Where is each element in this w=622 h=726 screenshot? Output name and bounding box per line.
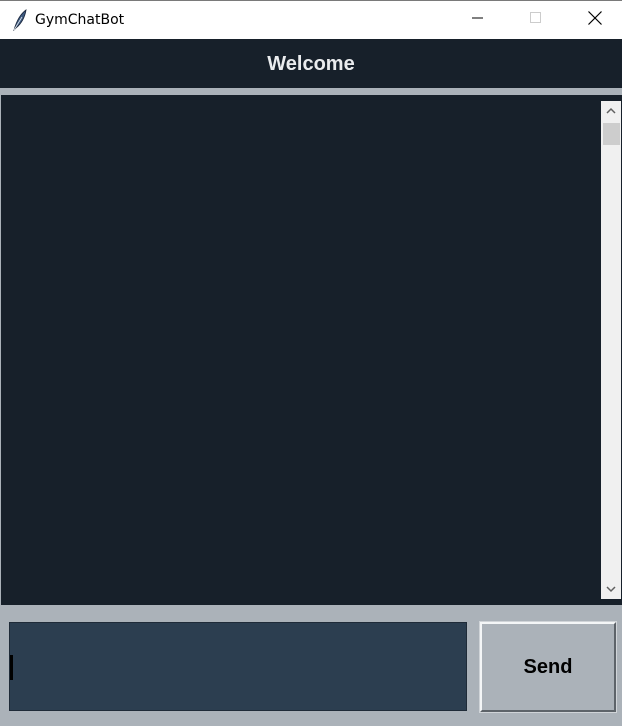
close-button[interactable] (572, 1, 618, 39)
minimize-icon (472, 11, 484, 29)
send-button[interactable]: Send (479, 621, 617, 713)
message-input[interactable] (9, 622, 467, 711)
header-bar: Welcome (0, 39, 622, 88)
minimize-button[interactable] (455, 1, 501, 39)
scroll-up-button[interactable] (601, 101, 621, 121)
scroll-down-button[interactable] (601, 579, 621, 599)
chevron-up-icon (606, 102, 616, 120)
window-titlebar[interactable]: GymChatBot (0, 0, 622, 39)
text-caret (10, 655, 13, 680)
feather-icon (10, 9, 30, 32)
maximize-icon (530, 11, 542, 29)
scrollbar-thumb[interactable] (603, 123, 620, 145)
window-title: GymChatBot (35, 12, 125, 28)
chat-scrollbar[interactable] (601, 101, 621, 599)
close-icon (588, 10, 602, 30)
chevron-down-icon (606, 580, 616, 598)
header-title: Welcome (267, 53, 355, 75)
header-divider (0, 88, 622, 95)
maximize-button[interactable] (513, 1, 559, 39)
chat-transcript[interactable] (0, 95, 600, 605)
